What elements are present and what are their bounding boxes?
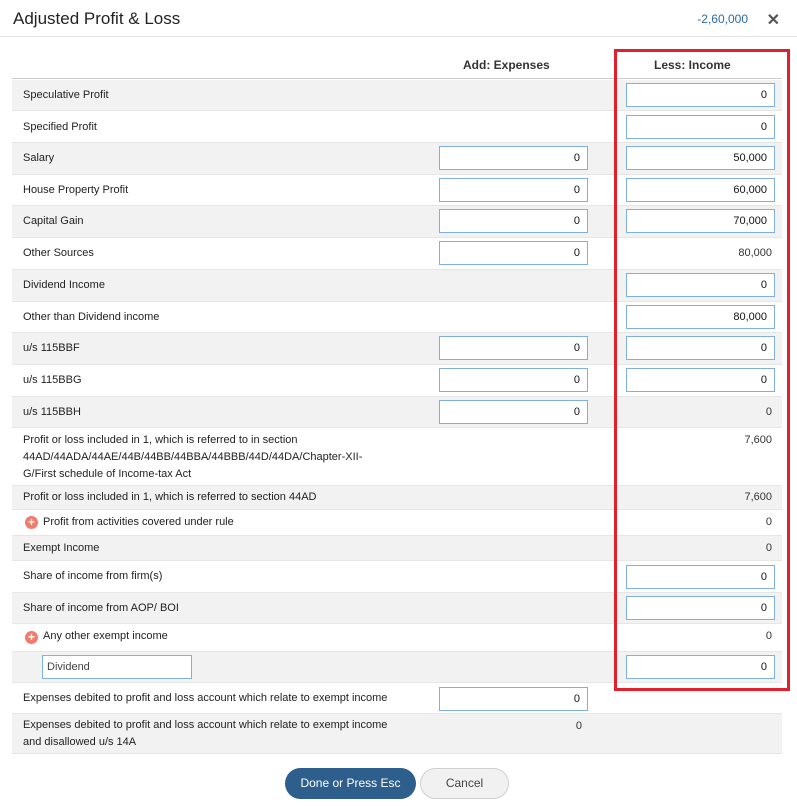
row-label-line-1: Expenses debited to profit and loss acco… <box>23 719 388 731</box>
row-label: Other than Dividend income <box>23 311 160 323</box>
row-expenses-exempt-income: Expenses debited to profit and loss acco… <box>12 683 782 714</box>
row-label: Other Sources <box>23 247 94 259</box>
done-button[interactable]: Done or Press Esc <box>285 768 416 799</box>
row-label: u/s 115BBF <box>23 342 80 354</box>
cancel-button[interactable]: Cancel <box>420 768 509 799</box>
income-value-section-44ad-etc: 7,600 <box>744 434 772 446</box>
expense-input-115bbf[interactable]: 0 <box>439 336 588 360</box>
income-input-salary[interactable]: 50,000 <box>626 146 775 170</box>
row-label: Expenses debited to profit and loss acco… <box>23 692 388 704</box>
row-share-income-firms: Share of income from firm(s) 0 <box>12 561 782 593</box>
row-115bbh: u/s 115BBH 0 0 <box>12 397 782 428</box>
row-label: House Property Profit <box>23 184 129 196</box>
dividend-name-input[interactable]: Dividend <box>42 655 192 679</box>
row-specified-profit: Specified Profit 0 <box>12 111 782 143</box>
row-house-property-profit: House Property Profit 0 60,000 <box>12 175 782 206</box>
add-plus-icon[interactable]: + <box>25 631 38 644</box>
row-label-line-3: G/First schedule of Income-tax Act <box>23 468 192 480</box>
row-section-44ad: Profit or loss included in 1, which is r… <box>12 486 782 510</box>
add-plus-icon[interactable]: + <box>25 516 38 529</box>
income-value-any-other-exempt: 0 <box>765 630 772 642</box>
expense-input-salary[interactable]: 0 <box>439 146 588 170</box>
income-value-other-sources: 80,000 <box>738 247 772 259</box>
income-input-dividend-entry[interactable]: 0 <box>626 655 775 679</box>
row-label: Dividend Income <box>23 279 105 291</box>
expense-input-exempt-income[interactable]: 0 <box>439 687 588 711</box>
income-value-exempt-income: 0 <box>765 542 772 554</box>
row-label: u/s 115BBG <box>23 374 82 386</box>
row-label-line-2: 44AD/44ADA/44AE/44B/44BB/44BBA/44BBB/44D… <box>23 451 363 463</box>
total-value: -2,60,000 <box>697 12 748 26</box>
dialog-title: Adjusted Profit & Loss <box>13 9 181 28</box>
row-label: Share of income from AOP/ BOI <box>23 602 179 614</box>
row-115bbf: u/s 115BBF 0 0 <box>12 333 782 365</box>
row-label: Specified Profit <box>23 121 97 133</box>
expense-value-disallowed-14a: 0 <box>575 720 582 732</box>
income-input-share-aop-boi[interactable]: 0 <box>626 596 775 620</box>
row-salary: Salary 0 50,000 <box>12 143 782 175</box>
row-label: Speculative Profit <box>23 89 109 101</box>
expense-input-house-property[interactable]: 0 <box>439 178 588 202</box>
income-input-speculative-profit[interactable]: 0 <box>626 83 775 107</box>
row-label: Profit or loss included in 1, which is r… <box>23 491 317 503</box>
row-profit-activities-rule: + Profit from activities covered under r… <box>12 510 782 536</box>
row-label: Capital Gain <box>23 215 84 227</box>
row-section-44ad-etc: Profit or loss included in 1, which is r… <box>12 428 782 486</box>
column-header-expenses: Add: Expenses <box>463 58 550 72</box>
expense-input-other-sources[interactable]: 0 <box>439 241 588 265</box>
row-expenses-disallowed-14a: Expenses debited to profit and loss acco… <box>12 714 782 754</box>
income-input-specified-profit[interactable]: 0 <box>626 115 775 139</box>
income-input-other-than-dividend[interactable]: 80,000 <box>626 305 775 329</box>
income-input-dividend-income[interactable]: 0 <box>626 273 775 297</box>
row-other-sources: Other Sources 0 80,000 <box>12 238 782 270</box>
expense-input-115bbh[interactable]: 0 <box>439 400 588 424</box>
row-label: Share of income from firm(s) <box>23 570 163 582</box>
row-label-line-2: and disallowed u/s 14A <box>23 736 137 748</box>
close-icon[interactable]: ✕ <box>767 10 780 30</box>
row-any-other-exempt-income: + Any other exempt income 0 <box>12 624 782 652</box>
income-input-capital-gain[interactable]: 70,000 <box>626 209 775 233</box>
expense-input-115bbg[interactable]: 0 <box>439 368 588 392</box>
income-input-115bbg[interactable]: 0 <box>626 368 775 392</box>
column-header-income: Less: Income <box>654 58 731 72</box>
row-label: Profit from activities covered under rul… <box>43 516 234 528</box>
row-label: Exempt Income <box>23 542 100 554</box>
row-label-line-1: Profit or loss included in 1, which is r… <box>23 434 298 446</box>
header-divider <box>12 78 782 79</box>
income-input-115bbf[interactable]: 0 <box>626 336 775 360</box>
row-dividend-entry: Dividend 0 <box>12 652 782 683</box>
income-input-share-firms[interactable]: 0 <box>626 565 775 589</box>
row-share-income-aop-boi: Share of income from AOP/ BOI 0 <box>12 593 782 624</box>
income-value-profit-activities: 0 <box>765 516 772 528</box>
income-input-house-property[interactable]: 60,000 <box>626 178 775 202</box>
dialog-header: Adjusted Profit & Loss -2,60,000 ✕ <box>0 0 797 37</box>
row-label: Salary <box>23 152 55 164</box>
row-exempt-income: Exempt Income 0 <box>12 536 782 561</box>
row-dividend-income: Dividend Income 0 <box>12 270 782 302</box>
row-speculative-profit: Speculative Profit 0 <box>12 80 782 111</box>
row-115bbg: u/s 115BBG 0 0 <box>12 365 782 397</box>
expense-input-capital-gain[interactable]: 0 <box>439 209 588 233</box>
row-capital-gain: Capital Gain 0 70,000 <box>12 206 782 238</box>
row-label: Any other exempt income <box>43 630 168 642</box>
row-label: u/s 115BBH <box>23 406 81 418</box>
income-value-115bbh: 0 <box>765 406 772 418</box>
row-other-than-dividend: Other than Dividend income 80,000 <box>12 302 782 333</box>
income-value-section-44ad: 7,600 <box>744 491 772 503</box>
